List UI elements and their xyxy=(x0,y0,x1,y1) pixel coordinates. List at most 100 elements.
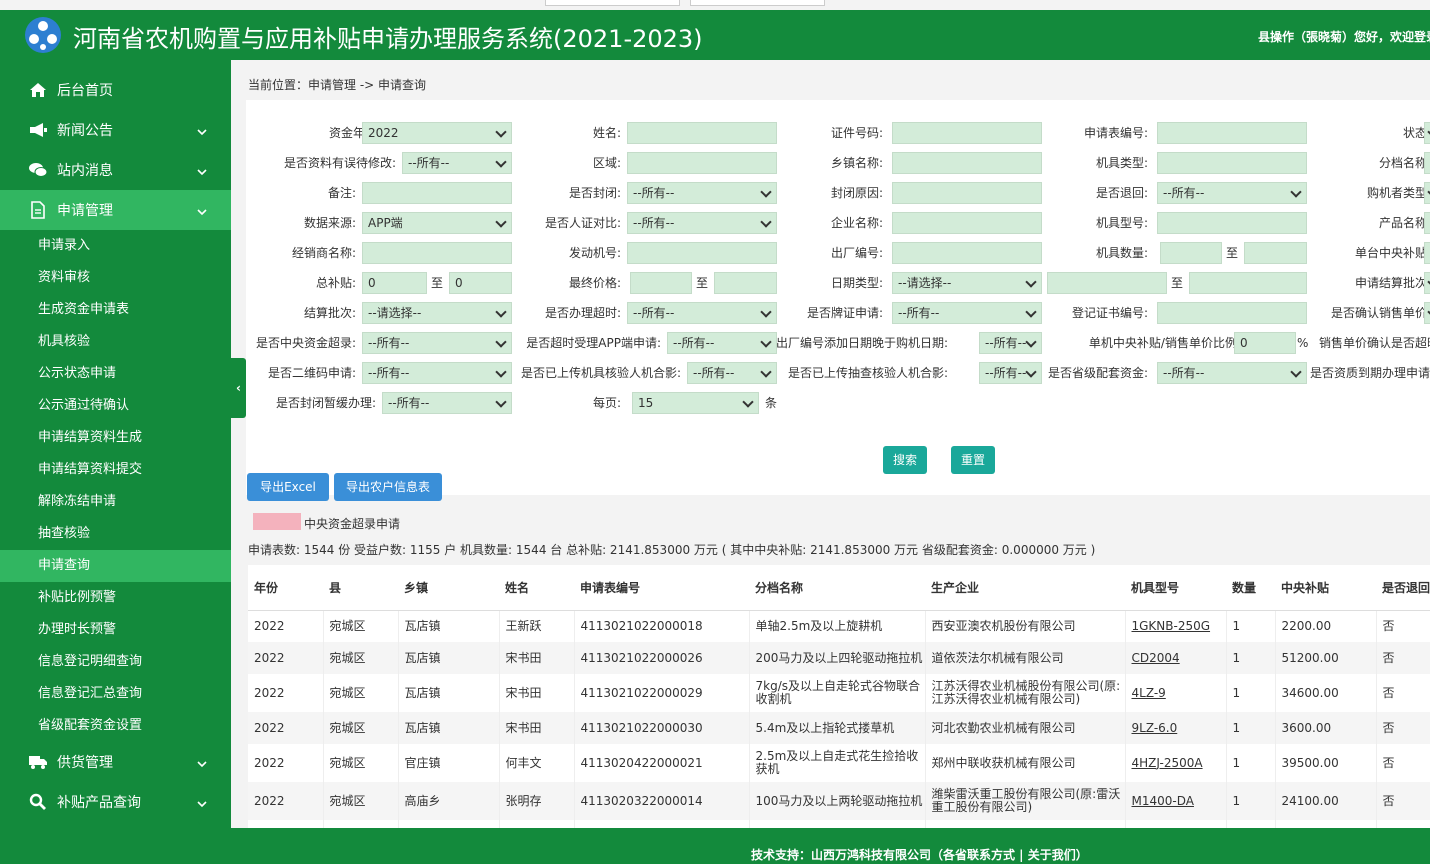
dealer-input[interactable] xyxy=(362,242,512,264)
reg-cert-input[interactable] xyxy=(1157,302,1307,324)
search-button[interactable]: 搜索 xyxy=(883,446,927,474)
menu-home[interactable]: 后台首页 xyxy=(0,70,231,110)
status-select[interactable] xyxy=(1424,122,1430,144)
col-name[interactable]: 姓名 xyxy=(499,565,574,611)
export-excel-button[interactable]: 导出Excel xyxy=(247,473,329,501)
total-subsidy-to-input[interactable]: 0 xyxy=(449,272,512,294)
table-row[interactable]: 2022 宛城区 瓦店镇 王新跃 4113021022000018 单轴2.5m及以上旋耕… xyxy=(248,610,1430,642)
sidebar-item-settle-gen[interactable]: 申请结算资料生成 xyxy=(0,422,231,454)
closed-select[interactable]: --所有-- xyxy=(627,182,777,204)
sidebar-item-fund-form[interactable]: 生成资金申请表 xyxy=(0,294,231,326)
col-year[interactable]: 年份 xyxy=(248,565,323,611)
table-row[interactable]: 2022 宛城区 高庙乡 张明存 4113020322000014 100马力及以上两轮驱… xyxy=(248,782,1430,820)
model-link[interactable]: 4HZJ-2500A xyxy=(1132,756,1203,770)
col-returned[interactable]: 是否退回 xyxy=(1376,565,1430,611)
col-manufacturer[interactable]: 生产企业 xyxy=(925,565,1125,611)
final-price-to-input[interactable] xyxy=(714,272,777,294)
model-link[interactable]: M1400-DA xyxy=(1132,794,1194,808)
col-county[interactable]: 县 xyxy=(323,565,398,611)
date-from-input[interactable] xyxy=(1047,272,1167,294)
unit-subsidy-input[interactable] xyxy=(1424,242,1430,264)
model-link[interactable]: 1GKNB-250G xyxy=(1132,619,1211,633)
sidebar-item-publicity[interactable]: 公示状态申请 xyxy=(0,358,231,390)
table-row[interactable]: 2022 宛城区 瓦店镇 宋书田 4113021022000026 200马力及以上四轮驱… xyxy=(248,642,1430,674)
tier-name-input[interactable] xyxy=(1424,152,1430,174)
sidebar-item-ratio-alert[interactable]: 补贴比例预警 xyxy=(0,582,231,614)
model-link[interactable]: CD2004 xyxy=(1132,651,1180,665)
model-link[interactable]: 9LZ-6.0 xyxy=(1132,721,1178,735)
sidebar-item-unfreeze[interactable]: 解除冻结申请 xyxy=(0,486,231,518)
data-source-select[interactable]: APP端 xyxy=(362,212,512,234)
machine-type-input[interactable] xyxy=(1157,152,1307,174)
sidebar-item-query[interactable]: 申请查询 xyxy=(0,550,231,582)
col-model[interactable]: 机具型号 xyxy=(1125,565,1226,611)
sidebar-item-provincial-fund[interactable]: 省级配套资金设置 xyxy=(0,710,231,742)
license-apply-select[interactable]: --所有-- xyxy=(892,302,1042,324)
table-row[interactable]: 2022 宛城区 官庄镇 何丰文 4113020422000021 2.5m及以上自走式花… xyxy=(248,744,1430,782)
page-size-select[interactable]: 15 xyxy=(632,392,759,414)
final-price-from-input[interactable] xyxy=(630,272,692,294)
total-subsidy-from-input[interactable]: 0 xyxy=(362,272,427,294)
spot-photo-select[interactable]: --所有-- xyxy=(979,362,1042,384)
sidebar-item-duration-alert[interactable]: 办理时长预警 xyxy=(0,614,231,646)
table-row[interactable]: 2022 宛城区 瓦店镇 宋书田 4113021022000029 7kg/s及以上自走轮… xyxy=(248,674,1430,712)
sidebar-item-reg-summary[interactable]: 信息登记汇总查询 xyxy=(0,678,231,710)
overtime-select[interactable]: --所有-- xyxy=(627,302,777,324)
sidebar-item-spot-check[interactable]: 抽查核验 xyxy=(0,518,231,550)
date-type-select[interactable]: --请选择-- xyxy=(892,272,1042,294)
qrcode-select[interactable]: --所有-- xyxy=(362,362,512,384)
menu-news[interactable]: 新闻公告 xyxy=(0,110,231,150)
menu-product[interactable]: 补贴产品查询 xyxy=(0,782,231,822)
export-farmer-button[interactable]: 导出农户信息表 xyxy=(334,473,442,501)
factory-no-input[interactable] xyxy=(892,242,1042,264)
settle-apply-batch-select[interactable] xyxy=(1424,272,1430,294)
id-number-input[interactable] xyxy=(892,122,1042,144)
menu-apply[interactable]: 申请管理 xyxy=(0,190,231,230)
company-input[interactable] xyxy=(892,212,1042,234)
sidebar-item-reg-detail[interactable]: 信息登记明细查询 xyxy=(0,646,231,678)
quantity-to-input[interactable] xyxy=(1244,242,1307,264)
subsidy-ratio-input[interactable]: 0 xyxy=(1234,332,1296,354)
sidebar-item-verify[interactable]: 机具核验 xyxy=(0,326,231,358)
table-row[interactable]: 2022 宛城区 瓦店镇 宋书田 4113021022000030 5.4m及以上指轮式搂… xyxy=(248,712,1430,744)
model-link[interactable]: 4LZ-9 xyxy=(1132,686,1166,700)
menu-supply[interactable]: 供货管理 xyxy=(0,742,231,782)
close-reason-input[interactable] xyxy=(892,182,1042,204)
browser-tab[interactable] xyxy=(545,0,680,6)
remark-input[interactable] xyxy=(362,182,512,204)
app-overtime-select[interactable]: --所有-- xyxy=(667,332,777,354)
date-to-input[interactable] xyxy=(1189,272,1307,294)
town-input[interactable] xyxy=(892,152,1042,174)
factory-date-late-select[interactable]: --所有-- xyxy=(979,332,1042,354)
closed-pending-select[interactable]: --所有-- xyxy=(382,392,512,414)
verify-photo-select[interactable]: --所有-- xyxy=(687,362,777,384)
browser-tab[interactable] xyxy=(690,0,825,6)
col-qty[interactable]: 数量 xyxy=(1226,565,1275,611)
central-over-select[interactable]: --所有-- xyxy=(362,332,512,354)
provincial-fund-select[interactable]: --所有-- xyxy=(1157,362,1307,384)
product-name-input[interactable] xyxy=(1424,212,1430,234)
settle-batch-select[interactable]: --请选择-- xyxy=(362,302,512,324)
col-form-no[interactable]: 申请表编号 xyxy=(574,565,749,611)
col-town[interactable]: 乡镇 xyxy=(398,565,499,611)
col-central-subsidy[interactable]: 中央补贴 xyxy=(1275,565,1376,611)
engine-no-input[interactable] xyxy=(627,242,777,264)
name-input[interactable] xyxy=(627,122,777,144)
table-row[interactable]: 河南豪丰农业装备有限公司(原:河南 xyxy=(248,820,1430,828)
region-input[interactable] xyxy=(627,152,777,174)
fund-year-select[interactable]: 2022 xyxy=(362,122,512,144)
reset-button[interactable]: 重置 xyxy=(951,446,995,474)
col-tier[interactable]: 分档名称 xyxy=(749,565,925,611)
buyer-type-select[interactable] xyxy=(1424,182,1430,204)
returned-select[interactable]: --所有-- xyxy=(1157,182,1307,204)
face-compare-select[interactable]: --所有-- xyxy=(627,212,777,234)
menu-messages[interactable]: 站内消息 xyxy=(0,150,231,190)
data-error-select[interactable]: --所有-- xyxy=(402,152,512,174)
sidebar-item-publicity-confirm[interactable]: 公示通过待确认 xyxy=(0,390,231,422)
quantity-from-input[interactable] xyxy=(1160,242,1222,264)
sidebar-item-entry[interactable]: 申请录入 xyxy=(0,230,231,262)
confirm-price-select[interactable] xyxy=(1424,302,1430,324)
machine-model-input[interactable] xyxy=(1157,212,1307,234)
sidebar-item-settle-submit[interactable]: 申请结算资料提交 xyxy=(0,454,231,486)
form-number-input[interactable] xyxy=(1157,122,1307,144)
